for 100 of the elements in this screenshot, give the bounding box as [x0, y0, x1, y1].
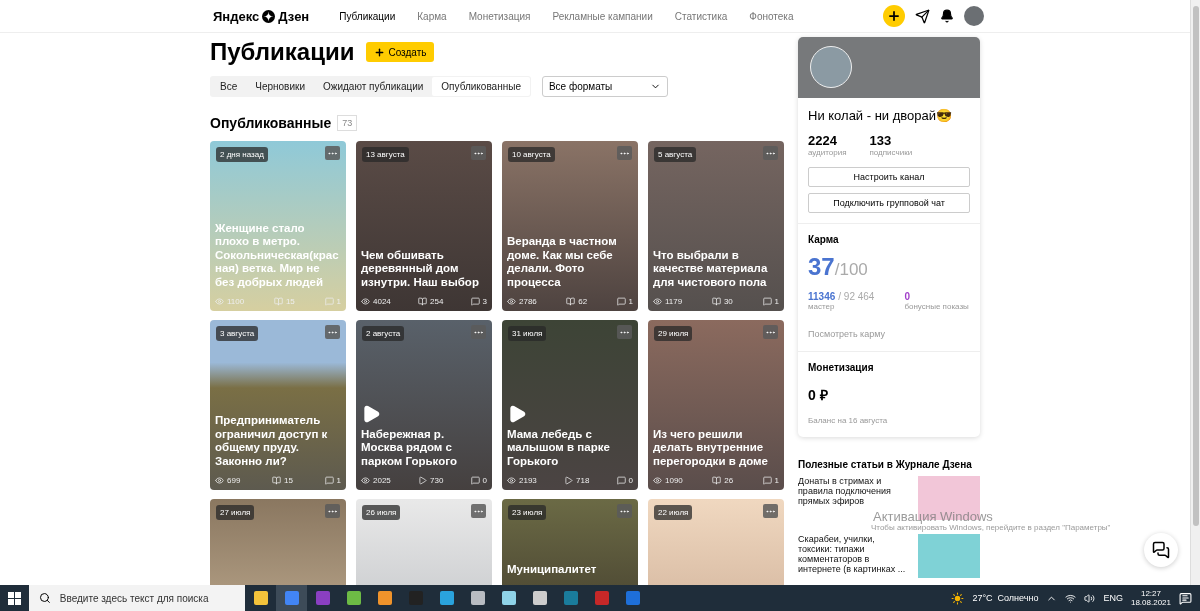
card-title: Набережная р. Москва рядом с парком Горького — [361, 427, 458, 468]
nav-link[interactable]: Монетизация — [468, 10, 531, 22]
logo-text: Яндекс — [213, 8, 260, 24]
card-title: Муниципалитет — [507, 563, 598, 577]
date-badge: 5 августа — [654, 147, 697, 162]
card-title: Веранда в частном доме. Как мы себе делали. Фото процесса — [507, 235, 618, 289]
create-button[interactable]: Создать — [366, 42, 435, 62]
taskbar-search-field[interactable]: Введите здесь текст для поиска — [57, 591, 235, 605]
publication-card[interactable]: 3 августа Предприниматель ограничил доступ к общему пруду. Законно ли? 699 15 1 — [210, 320, 346, 490]
play-icon — [418, 476, 427, 485]
publication-card[interactable]: 10 августа Веранда в частном доме. Как мы себе делали. Фото процесса 2786 62 1 — [502, 141, 638, 311]
weather-text[interactable]: 27°C Солнечно — [972, 593, 1039, 603]
nav-link[interactable]: Рекламные кампании — [552, 10, 653, 22]
publication-card[interactable]: 31 июля Мама лебедь с малышом в парке Горького 2193 718 0 — [502, 320, 638, 490]
network-icon[interactable] — [1065, 592, 1077, 604]
bell-icon[interactable] — [940, 9, 954, 23]
publication-card[interactable]: 23 июля Муниципалитет — [502, 499, 638, 585]
publication-card[interactable]: 2 августа Набережная р. Москва рядом с парком Горького 2025 730 0 — [356, 320, 492, 490]
logo-icon — [262, 9, 276, 23]
format-dropdown[interactable]: Все форматы — [541, 76, 668, 97]
eye-icon — [653, 476, 662, 485]
comment-icon — [762, 476, 772, 485]
stat-count: 1 — [762, 297, 779, 306]
more-button[interactable] — [471, 504, 486, 518]
comment-icon — [616, 297, 626, 306]
language-indicator[interactable]: ENG — [1103, 593, 1123, 603]
stat-count: 730 — [418, 476, 444, 485]
stat-label: подписчики — [869, 148, 913, 157]
publication-card[interactable]: 13 августа Чем обшивать деревянный дом изнутри. Наш выбор 4024 254 3 — [356, 141, 492, 311]
stat-count: 1090 — [653, 476, 683, 485]
publication-card[interactable]: 26 июля — [356, 499, 492, 585]
send-icon[interactable] — [915, 8, 930, 24]
play-icon[interactable] — [507, 403, 527, 424]
eye-icon — [361, 297, 370, 306]
publication-card[interactable]: 5 августа Что выбрали в качестве материала для чистового пола 1179 30 1 — [648, 141, 784, 311]
nav-link[interactable]: Фонотека — [749, 10, 794, 22]
date-badge: 27 июля — [216, 505, 255, 520]
card-title: Из чего решили делать внутренние перегородки в доме — [653, 427, 769, 468]
speaker-icon[interactable] — [1084, 592, 1096, 604]
channel-button[interactable]: Настроить канал — [808, 167, 970, 187]
book-icon — [273, 297, 283, 306]
stat-count: 26 — [712, 476, 734, 485]
more-button[interactable] — [617, 504, 632, 518]
taskbar-search-box[interactable]: Введите здесь текст для поиска — [29, 585, 245, 611]
more-button[interactable] — [763, 146, 778, 160]
bonus-count: 0 — [904, 291, 911, 302]
windows-icon — [8, 591, 21, 605]
stat-count: 2193 — [507, 476, 537, 485]
clock-date[interactable]: 18.08.2021 — [1130, 598, 1171, 607]
publication-card[interactable]: 2 дня назад Женщине стало плохо в метро. Сокольническая(красная) ветка. Мир не без добрых людей 1100 15 1 — [210, 141, 346, 311]
date-badge: 22 июля — [654, 505, 693, 520]
publication-card[interactable]: 29 июля Из чего решили делать внутренние перегородки в доме 1090 26 1 — [648, 320, 784, 490]
more-button[interactable] — [325, 146, 340, 160]
nav-link[interactable]: Карма — [417, 10, 447, 22]
more-button[interactable] — [617, 146, 632, 160]
more-button[interactable] — [763, 504, 778, 518]
bonus-label: бонусные показы — [904, 302, 969, 311]
more-button[interactable] — [763, 325, 778, 339]
stat-count: 1 — [762, 476, 779, 485]
plus-icon — [374, 46, 386, 58]
stat-count: 0 — [470, 476, 487, 485]
card-title: Женщине стало плохо в метро. Сокольническая(красная) ветка. Мир не без добрых людей — [215, 221, 340, 289]
stat-label: аудитория — [808, 148, 847, 157]
publication-card[interactable]: 27 июля — [210, 499, 346, 585]
scrollbar-thumb[interactable] — [1192, 6, 1199, 526]
clock-time[interactable]: 12:27 — [1140, 589, 1161, 598]
card-title: Чем обшивать деревянный дом изнутри. Наш выбор — [361, 248, 480, 289]
filter-tab[interactable]: Ожидают публикации — [313, 77, 433, 96]
add-button[interactable] — [883, 5, 905, 27]
publication-card[interactable]: 22 июля — [648, 499, 784, 585]
play-icon[interactable] — [361, 403, 381, 424]
more-button[interactable] — [471, 325, 486, 339]
eye-icon — [507, 297, 516, 306]
date-badge: 3 августа — [216, 326, 259, 341]
more-button[interactable] — [325, 325, 340, 339]
comment-icon — [470, 476, 480, 485]
stat-count: 699 — [215, 476, 241, 485]
channel-name: Ни колай - ни дворай😎 — [808, 108, 954, 123]
channel-button[interactable]: Подключить групповой чат — [808, 193, 970, 213]
karma-max: /100 — [834, 260, 868, 280]
activation-title: Активация Windows — [873, 510, 994, 523]
articles-title: Полезные статьи в Журнале Дзена — [798, 459, 973, 470]
comment-icon — [470, 297, 480, 306]
sun-icon[interactable] — [951, 591, 965, 605]
filter-tab[interactable]: Все — [211, 77, 247, 96]
notification-icon[interactable] — [1179, 591, 1192, 605]
stat-count: 1 — [324, 476, 341, 485]
avatar[interactable] — [964, 6, 984, 26]
chat-button[interactable] — [1144, 533, 1178, 567]
nav-link[interactable]: Статистика — [674, 10, 728, 22]
stat-count: 0 — [616, 476, 633, 485]
more-button[interactable] — [471, 146, 486, 160]
more-button[interactable] — [325, 504, 340, 518]
filter-tab[interactable]: Опубликованные — [432, 77, 530, 96]
article-link[interactable]: Донаты в стримах и правила подключения прямых эфиров — [798, 476, 906, 506]
nav-link[interactable]: Публикации — [339, 10, 396, 22]
filter-tab[interactable]: Черновики — [246, 77, 314, 96]
stat-count: 62 — [566, 297, 588, 306]
more-button[interactable] — [617, 325, 632, 339]
article-link[interactable]: Скарабеи, училки, токсики: типажи комментаторов в интернете (в картинках ... — [798, 534, 906, 574]
